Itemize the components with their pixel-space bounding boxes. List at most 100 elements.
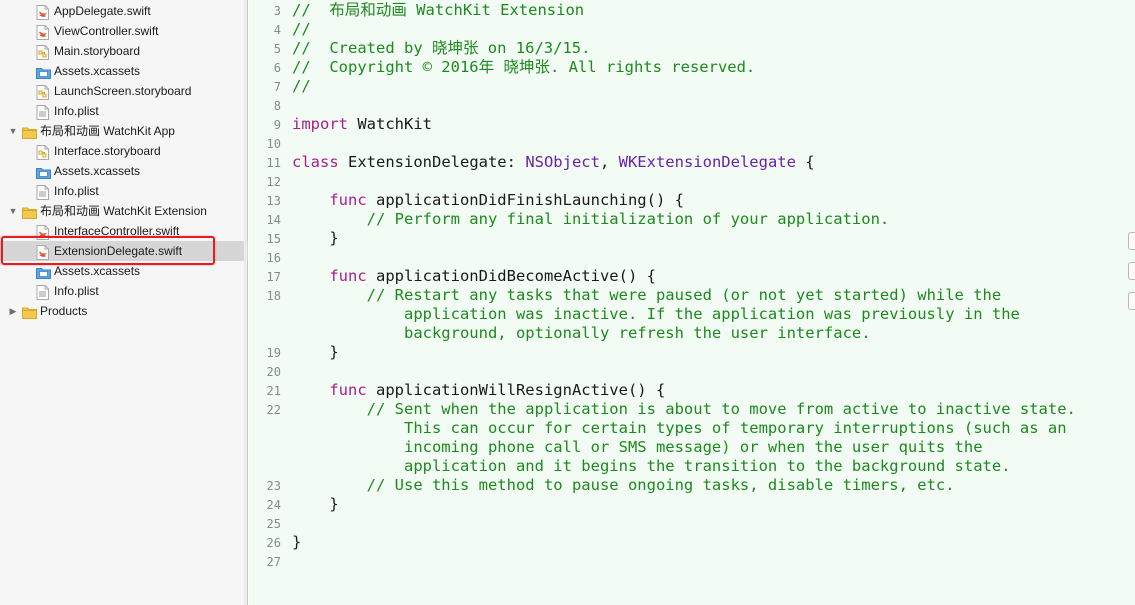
code-line[interactable]: application and it begins the transition…: [292, 457, 1011, 476]
line-number: 10: [266, 137, 281, 151]
comment-token: // Use this method to pause ongoing task…: [366, 476, 955, 494]
code-line[interactable]: //: [292, 77, 311, 96]
navigator-item[interactable]: ▼ 布局和动画 WatchKit App: [0, 121, 248, 141]
swift-file-icon: [36, 25, 49, 40]
edge-tab[interactable]: [1128, 232, 1135, 250]
navigator-item-label: AppDelegate.swift: [54, 4, 151, 18]
line-number: 8: [273, 99, 281, 113]
comment-token: // Perform any final initialization of y…: [366, 210, 890, 228]
keyword-token: func: [329, 191, 367, 209]
navigator-item[interactable]: LaunchScreen.storyboard: [0, 81, 248, 101]
navigator-item-label: Info.plist: [54, 104, 99, 118]
line-number: 4: [273, 23, 281, 37]
code-line[interactable]: func applicationWillResignActive() {: [292, 381, 665, 400]
code-line[interactable]: class ExtensionDelegate: NSObject, WKExt…: [292, 153, 815, 172]
line-number: 7: [273, 80, 281, 94]
code-token: WatchKit: [348, 115, 432, 133]
code-line[interactable]: // Perform any final initialization of y…: [292, 210, 890, 229]
comment-token: // Created by 晓坤张 on 16/3/15.: [292, 39, 591, 57]
edge-tab[interactable]: [1128, 262, 1135, 280]
folder-icon: [22, 305, 37, 319]
code-line[interactable]: }: [292, 343, 339, 362]
navigator-item[interactable]: ▼ 布局和动画 WatchKit Extension: [0, 201, 248, 221]
plist-file-icon: [36, 105, 49, 120]
navigator-scrollbar[interactable]: [244, 0, 247, 605]
comment-token: //: [292, 77, 311, 95]
navigator-item-label: ViewController.swift: [54, 24, 159, 38]
asset-catalog-icon: [36, 165, 51, 179]
code-line[interactable]: }: [292, 495, 338, 514]
code-token: ExtensionDelegate:: [338, 153, 526, 171]
navigator-item-label: Products: [40, 304, 88, 318]
code-line[interactable]: func applicationDidBecomeActive() {: [292, 267, 656, 286]
line-number: 16: [266, 251, 281, 265]
comment-token: // Restart any tasks that were paused (o…: [366, 286, 1002, 304]
disclosure-collapsed-icon[interactable]: ▶: [8, 301, 18, 321]
comment-token: This can occur for certain types of temp…: [292, 419, 1067, 437]
navigator-item[interactable]: ▶ Products: [0, 301, 248, 321]
editor-edge-controls: [1127, 232, 1135, 322]
line-number: 14: [266, 213, 281, 227]
line-number: 24: [266, 498, 281, 512]
code-line[interactable]: // Use this method to pause ongoing task…: [292, 476, 955, 495]
storyboard-file-icon: [36, 85, 49, 100]
line-number: 5: [273, 42, 281, 56]
asset-catalog-icon: [36, 65, 51, 79]
code-line[interactable]: }: [292, 229, 338, 248]
line-number: 12: [266, 175, 281, 189]
line-number: 6: [273, 61, 281, 75]
storyboard-file-icon: [36, 45, 49, 60]
code-line[interactable]: incoming phone call or SMS message) or w…: [292, 438, 983, 457]
edge-tab[interactable]: [1128, 292, 1135, 310]
navigator-item[interactable]: Interface.storyboard: [0, 141, 248, 161]
code-line[interactable]: // Created by 晓坤张 on 16/3/15.: [292, 39, 590, 58]
line-number: 20: [266, 365, 281, 379]
navigator-item-label: Info.plist: [54, 284, 99, 298]
disclosure-expanded-icon[interactable]: ▼: [8, 201, 18, 221]
selection-highlight-box: [1, 236, 215, 265]
code-token: {: [795, 153, 815, 171]
navigator-item[interactable]: Info.plist: [0, 101, 248, 121]
navigator-item[interactable]: ViewController.swift: [0, 21, 248, 41]
code-line[interactable]: // 布局和动画 WatchKit Extension: [292, 1, 584, 20]
navigator-item[interactable]: AppDelegate.swift: [0, 1, 248, 21]
code-line[interactable]: // Copyright © 2016年 晓坤张. All rights res…: [292, 58, 755, 77]
code-line[interactable]: // Restart any tasks that were paused (o…: [292, 286, 1002, 305]
code-line[interactable]: This can occur for certain types of temp…: [292, 419, 1067, 438]
code-line[interactable]: // Sent when the application is about to…: [292, 400, 1076, 419]
navigator-item[interactable]: Info.plist: [0, 281, 248, 301]
code-line[interactable]: //: [292, 20, 311, 39]
line-number: 27: [266, 555, 281, 569]
folder-icon: [22, 205, 37, 219]
code-line[interactable]: application was inactive. If the applica…: [292, 305, 1020, 324]
navigator-item[interactable]: Assets.xcassets: [0, 161, 248, 181]
code-line[interactable]: import WatchKit: [292, 115, 432, 134]
type-token: NSObject: [525, 153, 600, 171]
comment-token: // Sent when the application is about to…: [366, 400, 1076, 418]
navigator-item-label: Assets.xcassets: [54, 64, 141, 78]
code-line[interactable]: }: [292, 533, 301, 552]
code-token: }: [292, 533, 302, 551]
code-token: }: [292, 343, 339, 361]
plist-file-icon: [36, 285, 49, 300]
line-number: 15: [266, 232, 281, 246]
code-line[interactable]: background, optionally refresh the user …: [292, 324, 871, 343]
project-navigator: AppDelegate.swift ViewController.swift Mai…: [0, 0, 248, 605]
source-editor[interactable]: 3 4 5 6 7 8 9 10 11 12 13 14 15 16 17 18 19 20 21 22 23 24 25 2…: [249, 0, 1135, 605]
line-number: 13: [266, 194, 281, 208]
code-token: applicationWillResignActive() {: [366, 381, 666, 399]
disclosure-expanded-icon[interactable]: ▼: [8, 121, 18, 141]
navigator-item[interactable]: Info.plist: [0, 181, 248, 201]
storyboard-file-icon: [36, 145, 49, 160]
navigator-item-label: Interface.storyboard: [54, 144, 161, 158]
code-line[interactable]: func applicationDidFinishLaunching() {: [292, 191, 684, 210]
comment-token: //: [292, 20, 311, 38]
navigator-item[interactable]: Assets.xcassets: [0, 61, 248, 81]
line-number: 3: [273, 4, 281, 18]
navigator-item[interactable]: Main.storyboard: [0, 41, 248, 61]
